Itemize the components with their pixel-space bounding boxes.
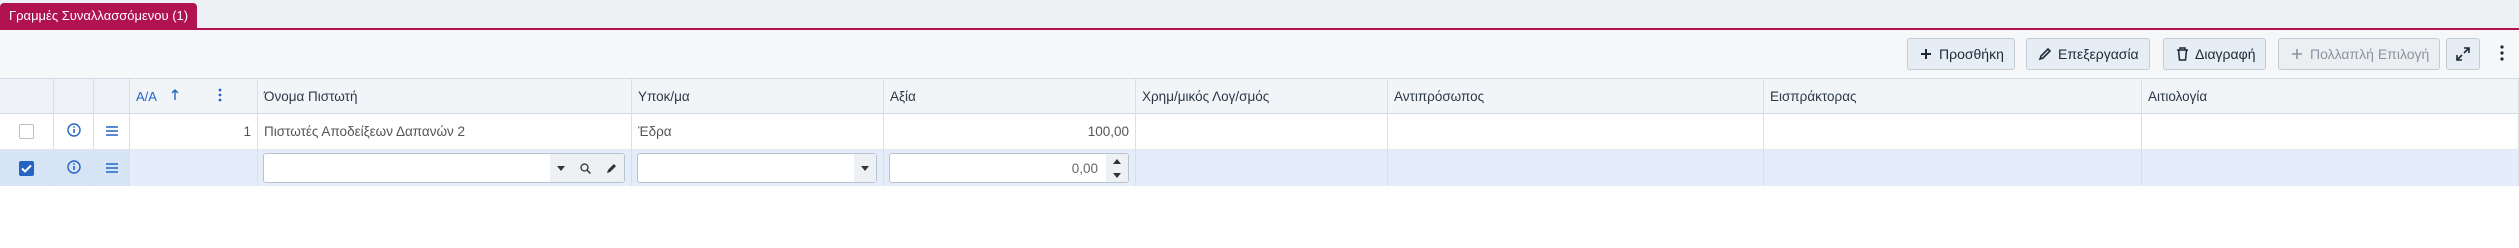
- menu-col-header: [94, 79, 130, 113]
- lines-grid: Α/Α Όνομα Πιστωτή Υποκ/μα Αξία Χρημ/μικό…: [0, 78, 2519, 248]
- col-collector-header[interactable]: Εισπράκτορας: [1764, 79, 2142, 113]
- info-col-header: [54, 79, 94, 113]
- delete-button-label: Διαγραφή: [2195, 46, 2256, 62]
- pencil-icon[interactable]: [598, 154, 624, 182]
- edit-row-info-cell: [54, 150, 94, 186]
- stepper-up-icon[interactable]: [1113, 154, 1121, 168]
- row-checkbox[interactable]: [19, 124, 34, 139]
- sort-up-icon[interactable]: [171, 88, 179, 104]
- col-payee-label: Όνομα Πιστωτή: [264, 88, 358, 104]
- col-financial-account-label: Χρημ/μικός Λογ/σμός: [1142, 88, 1270, 104]
- col-reason-header[interactable]: Αιτιολογία: [2142, 79, 2519, 113]
- select-col-header: [0, 79, 54, 113]
- payee-lookup-input[interactable]: [263, 153, 625, 183]
- col-aa-label: Α/Α: [136, 88, 157, 104]
- tab-transactor-lines[interactable]: Γραμμές Συναλλασσόμενου (1): [0, 3, 198, 28]
- row-reason-cell: [2142, 114, 2519, 149]
- edit-row-reason-cell[interactable]: [2142, 150, 2519, 186]
- row-payee-cell: Πιστωτές Αποδείξεων Δαπανών 2: [258, 114, 632, 149]
- row-aa-value: 1: [243, 124, 251, 139]
- col-subaccount-label: Υποκ/μα: [638, 88, 690, 104]
- value-input-value: 0,00: [1071, 160, 1098, 176]
- add-button[interactable]: Προσθήκη: [1907, 38, 2015, 70]
- grid-header: Α/Α Όνομα Πιστωτή Υποκ/μα Αξία Χρημ/μικό…: [0, 78, 2519, 114]
- edit-row-payee-cell: [258, 150, 632, 186]
- edit-row-subaccount-cell: [632, 150, 884, 186]
- expand-icon: [2455, 46, 2471, 62]
- search-icon[interactable]: [572, 154, 598, 182]
- edit-row-representative-cell[interactable]: [1388, 150, 1764, 186]
- col-financial-account-header[interactable]: Χρημ/μικός Λογ/σμός: [1136, 79, 1388, 113]
- row-value-value: 100,00: [1087, 124, 1129, 139]
- edit-button-label: Επεξεργασία: [2058, 46, 2139, 62]
- grid-toolbar: Προσθήκη Επεξεργασία Διαγραφή Πολλαπλή Ε…: [0, 30, 2519, 78]
- col-value-header[interactable]: Αξία: [884, 79, 1136, 113]
- plus-icon: [1918, 46, 1934, 62]
- info-icon[interactable]: [66, 159, 81, 177]
- more-options-button[interactable]: [2490, 38, 2514, 70]
- edit-row-value-cell: 0,00: [884, 150, 1136, 186]
- col-representative-label: Αντιπρόσωπος: [1394, 88, 1485, 104]
- dropdown-arrow-icon[interactable]: [854, 154, 876, 182]
- trash-icon: [2174, 46, 2190, 62]
- row-representative-cell: [1388, 114, 1764, 149]
- edit-row-collector-cell[interactable]: [1764, 150, 2142, 186]
- edit-row-select-cell: [0, 150, 54, 186]
- edit-row-financial-account-cell[interactable]: [1136, 150, 1388, 186]
- col-value-label: Αξία: [890, 88, 916, 104]
- edit-row-aa-cell: [130, 150, 258, 186]
- stepper-down-icon[interactable]: [1113, 168, 1121, 182]
- col-payee-header[interactable]: Όνομα Πιστωτή: [258, 79, 632, 113]
- row-subaccount-cell: Έδρα: [632, 114, 884, 149]
- menu-icon[interactable]: [105, 124, 118, 139]
- multi-select-button[interactable]: Πολλαπλή Επιλογή: [2278, 38, 2441, 70]
- row-menu-cell: [94, 114, 130, 149]
- multi-select-label: Πολλαπλή Επιλογή: [2310, 46, 2430, 62]
- col-collector-label: Εισπράκτορας: [1770, 88, 1857, 104]
- edit-row[interactable]: 0,00: [0, 150, 2519, 186]
- add-button-label: Προσθήκη: [1939, 46, 2004, 62]
- row-select-cell: [0, 114, 54, 149]
- info-icon[interactable]: [66, 123, 81, 140]
- table-row[interactable]: 1 Πιστωτές Αποδείξεων Δαπανών 2 Έδρα 100…: [0, 114, 2519, 150]
- subaccount-select[interactable]: [637, 153, 877, 183]
- row-financial-account-cell: [1136, 114, 1388, 149]
- expand-button[interactable]: [2446, 38, 2480, 70]
- row-info-cell: [54, 114, 94, 149]
- menu-icon[interactable]: [105, 161, 118, 176]
- row-payee-value: Πιστωτές Αποδείξεων Δαπανών 2: [264, 124, 466, 139]
- row-value-cell: 100,00: [884, 114, 1136, 149]
- col-reason-label: Αιτιολογία: [2148, 88, 2208, 104]
- delete-button[interactable]: Διαγραφή: [2163, 38, 2267, 70]
- edit-row-menu-cell: [94, 150, 130, 186]
- plus-icon: [2289, 46, 2305, 62]
- edit-button[interactable]: Επεξεργασία: [2026, 38, 2150, 70]
- row-subaccount-value: Έδρα: [638, 124, 672, 139]
- tab-bar: Γραμμές Συναλλασσόμενου (1): [0, 0, 2519, 30]
- pencil-icon: [2037, 46, 2053, 62]
- col-aa-header[interactable]: Α/Α: [130, 79, 258, 113]
- row-collector-cell: [1764, 114, 2142, 149]
- number-stepper[interactable]: [1106, 154, 1128, 182]
- value-number-input[interactable]: 0,00: [889, 153, 1129, 183]
- dropdown-arrow-icon[interactable]: [550, 154, 572, 182]
- kebab-icon: [2500, 44, 2504, 64]
- edit-row-checkbox[interactable]: [19, 160, 34, 176]
- col-representative-header[interactable]: Αντιπρόσωπος: [1388, 79, 1764, 113]
- row-aa-cell: 1: [130, 114, 258, 149]
- col-subaccount-header[interactable]: Υποκ/μα: [632, 79, 884, 113]
- column-menu-icon[interactable]: [218, 88, 222, 105]
